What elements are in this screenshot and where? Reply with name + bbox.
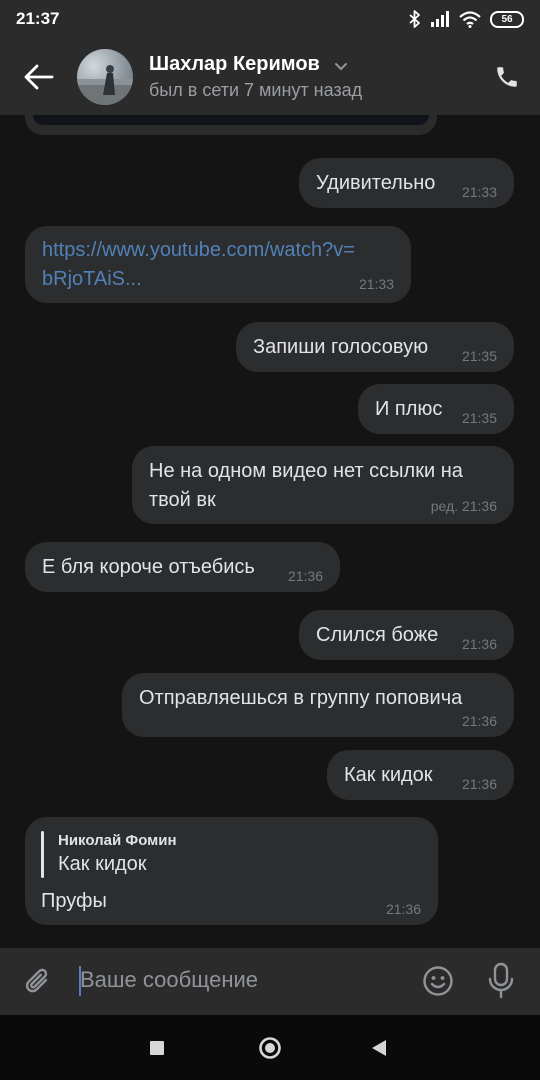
phone-icon[interactable] — [494, 64, 520, 90]
emoji-icon[interactable] — [422, 965, 454, 997]
message-bubble-incoming[interactable]: Е бля короче отъебись 21:36 — [25, 542, 340, 592]
message-time: 21:35 — [461, 410, 497, 426]
message-composer — [0, 948, 540, 1015]
wifi-icon — [459, 10, 481, 28]
battery-icon: 56 — [490, 10, 524, 28]
signal-icon — [431, 11, 449, 27]
avatar[interactable] — [77, 49, 133, 105]
system-navigation-bar — [0, 1015, 540, 1080]
chevron-down-icon[interactable] — [334, 62, 348, 72]
message-time: 21:33 — [358, 276, 394, 292]
reply-quote-bar — [41, 831, 44, 878]
message-bubble-outgoing[interactable]: Удивительно 21:33 — [299, 158, 514, 208]
message-bubble-incoming-reply[interactable]: Николай Фомин Как кидок Пруфы 21:36 — [25, 817, 438, 925]
message-text: Запиши голосовую — [253, 336, 429, 358]
message-text: Отправляешься в группу поповича — [139, 687, 463, 709]
message-bubble-outgoing[interactable]: Отправляешься в группу поповича 21:36 — [122, 673, 514, 737]
message-time: 21:36 — [461, 776, 497, 792]
message-bubble-outgoing[interactable]: Как кидок 21:36 — [327, 750, 514, 800]
message-time: 21:36 — [461, 636, 497, 652]
last-seen-status: был в сети 7 минут назад — [149, 80, 363, 100]
attach-icon[interactable] — [24, 966, 54, 998]
status-time: 21:37 — [16, 9, 60, 28]
message-text-continuation: твой вк — [149, 489, 216, 511]
message-time: 21:36 — [385, 901, 421, 917]
message-bubble-outgoing[interactable]: Не на одном видео нет ссылки на твой вк … — [132, 446, 514, 524]
home-icon[interactable] — [258, 1036, 282, 1060]
status-bar: 21:37 56 — [0, 0, 540, 38]
back-arrow-icon[interactable] — [22, 62, 56, 92]
message-time-edited: ред. 21:36 — [430, 498, 497, 514]
chat-header: Шахлар Керимов был в сети 7 минут назад — [0, 38, 540, 115]
contact-name[interactable]: Шахлар Керимов — [149, 53, 320, 76]
message-input[interactable] — [80, 960, 400, 1000]
previous-attachment[interactable] — [25, 115, 437, 135]
message-text: Пруфы — [41, 890, 107, 912]
message-time: 21:33 — [461, 184, 497, 200]
message-link[interactable]: https://www.youtube.com/watch?v= — [42, 236, 355, 264]
message-text: Е бля короче отъебись — [42, 556, 255, 578]
message-list[interactable]: Удивительно 21:33 https://www.youtube.co… — [0, 115, 540, 948]
reply-quoted-text: Как кидок — [58, 853, 147, 875]
attachment-thumbnail — [33, 115, 429, 125]
message-text: Удивительно — [316, 172, 436, 194]
back-triangle-icon[interactable] — [370, 1039, 388, 1057]
message-text: Слился боже — [316, 624, 439, 646]
battery-level: 56 — [501, 13, 513, 25]
message-bubble-outgoing[interactable]: И плюс 21:35 — [358, 384, 514, 434]
bluetooth-icon — [409, 10, 420, 28]
message-text: И плюс — [375, 398, 443, 420]
message-text: Не на одном видео нет ссылки на — [149, 460, 463, 482]
message-time: 21:36 — [461, 713, 497, 729]
message-text: Как кидок — [344, 764, 433, 786]
message-bubble-incoming[interactable]: https://www.youtube.com/watch?v= bRjoTAi… — [25, 226, 411, 303]
message-link-continuation[interactable]: bRjoTAiS... — [42, 265, 142, 293]
message-time: 21:36 — [287, 568, 323, 584]
status-icons: 56 — [409, 9, 524, 29]
recent-apps-icon[interactable] — [150, 1041, 164, 1055]
message-bubble-outgoing[interactable]: Слился боже 21:36 — [299, 610, 514, 660]
microphone-icon[interactable] — [486, 962, 516, 1000]
message-time: 21:35 — [461, 348, 497, 364]
reply-author[interactable]: Николай Фомин — [58, 832, 177, 849]
message-bubble-outgoing[interactable]: Запиши голосовую 21:35 — [236, 322, 514, 372]
